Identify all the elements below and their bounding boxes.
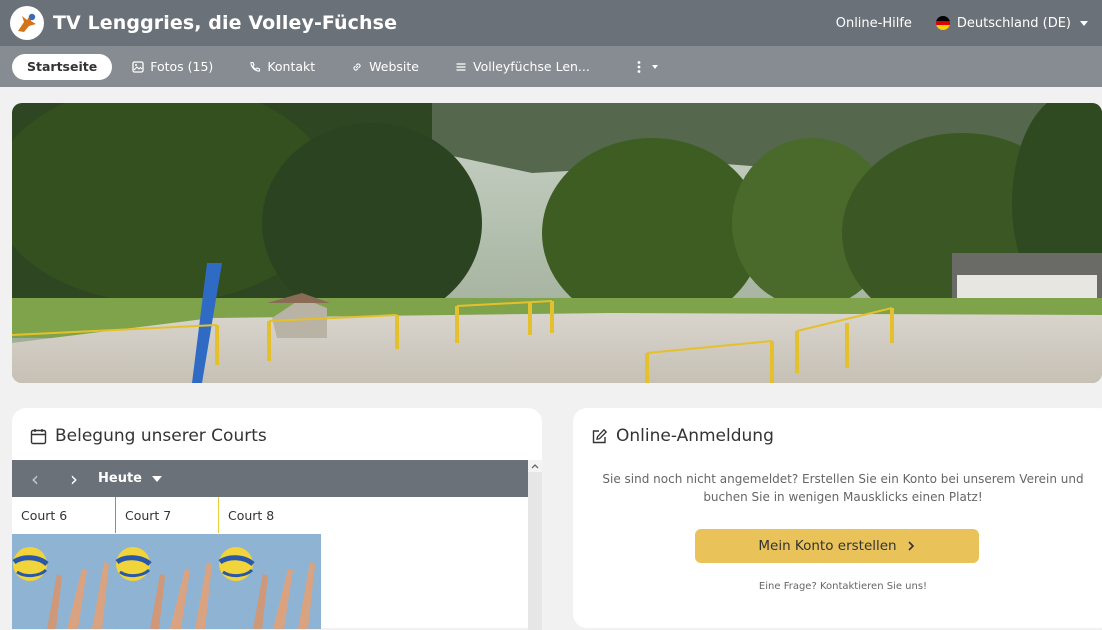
today-dropdown[interactable]: Heute: [98, 471, 162, 486]
next-day-button[interactable]: ›: [58, 467, 90, 491]
online-help-link[interactable]: Online-Hilfe: [836, 16, 912, 31]
more-vertical-icon: [637, 60, 641, 73]
tab-kontakt[interactable]: Kontakt: [235, 54, 329, 80]
language-selector[interactable]: Deutschland (DE): [935, 15, 1088, 31]
signup-text-line: buchen Sie in wenigen Mausklicks einen P…: [703, 490, 983, 504]
beach-court-scene: [12, 103, 1102, 383]
chevron-down-icon: [651, 64, 658, 69]
card-header: Online-Anmeldung: [591, 426, 774, 446]
court-column-header[interactable]: Court 7: [115, 497, 218, 533]
fox-logo-icon: [13, 9, 41, 37]
prev-day-button[interactable]: ‹: [12, 467, 58, 491]
menu-lines-icon: [456, 62, 466, 71]
tab-label: Website: [369, 59, 420, 74]
tab-website[interactable]: Website: [337, 54, 433, 80]
signup-description: Sie sind noch nicht angemeldet? Erstelle…: [573, 470, 1102, 506]
today-label: Heute: [98, 471, 142, 486]
germany-flag-icon: [935, 16, 950, 30]
club-logo[interactable]: [10, 6, 44, 40]
phone-icon: [250, 61, 261, 72]
chevron-down-icon: [1080, 20, 1088, 26]
chevron-right-icon: [908, 541, 914, 551]
signup-text-line: Sie sind noch nicht angemeldet? Erstelle…: [602, 472, 1084, 486]
online-signup-card: Online-Anmeldung Sie sind noch nicht ang…: [573, 408, 1102, 628]
volleyball-hands-image: [218, 534, 321, 629]
hero-photo-beach-courts: [12, 103, 1102, 383]
court-photo: [115, 534, 218, 629]
tab-label: Kontakt: [267, 59, 316, 74]
more-menu-button[interactable]: [622, 54, 672, 80]
volleyball-hands-image: [115, 534, 218, 629]
volleyball-hands-image: [12, 534, 115, 629]
main-navigation: Startseite Fotos (15) Kontakt Website Vo…: [0, 46, 1102, 87]
language-label: Deutschland (DE): [956, 15, 1071, 31]
court-photo: [218, 534, 321, 629]
tab-label: Fotos (15): [150, 59, 214, 74]
court-column-header[interactable]: Court 6: [12, 497, 115, 533]
link-icon: [353, 62, 361, 71]
scroll-up-arrow-icon[interactable]: [528, 460, 542, 472]
button-label: Mein Konto erstellen: [758, 538, 897, 554]
signup-title: Online-Anmeldung: [616, 426, 774, 446]
court-column-header[interactable]: Court 8: [218, 497, 321, 533]
create-account-button[interactable]: Mein Konto erstellen: [695, 529, 979, 563]
court-photo: [12, 534, 115, 629]
calendar-icon: [30, 428, 47, 444]
court-booking-card: Belegung unserer Courts ‹ › Heute Court …: [12, 408, 542, 630]
calendar-toolbar: ‹ › Heute: [12, 460, 528, 497]
top-right-links: Online-Hilfe Deutschland (DE): [836, 16, 1102, 31]
calendar-title: Belegung unserer Courts: [55, 426, 267, 446]
club-title[interactable]: TV Lenggries, die Volley-Füchse: [53, 12, 397, 34]
tab-volleyfuechse[interactable]: Volleyfüchse Len...: [441, 54, 604, 80]
top-bar: TV Lenggries, die Volley-Füchse Online-H…: [0, 0, 1102, 46]
tab-fotos[interactable]: Fotos (15): [118, 54, 227, 80]
calendar-scrollbar[interactable]: [528, 460, 542, 630]
contact-question-link[interactable]: Eine Frage? Kontaktieren Sie uns!: [573, 581, 1102, 592]
chevron-down-icon: [151, 475, 162, 482]
tab-label: Startseite: [27, 59, 98, 74]
tab-startseite[interactable]: Startseite: [12, 53, 113, 80]
tab-label: Volleyfüchse Len...: [473, 59, 590, 74]
edit-icon: [592, 428, 608, 443]
image-icon: [132, 60, 144, 73]
card-header: Belegung unserer Courts: [30, 426, 267, 446]
